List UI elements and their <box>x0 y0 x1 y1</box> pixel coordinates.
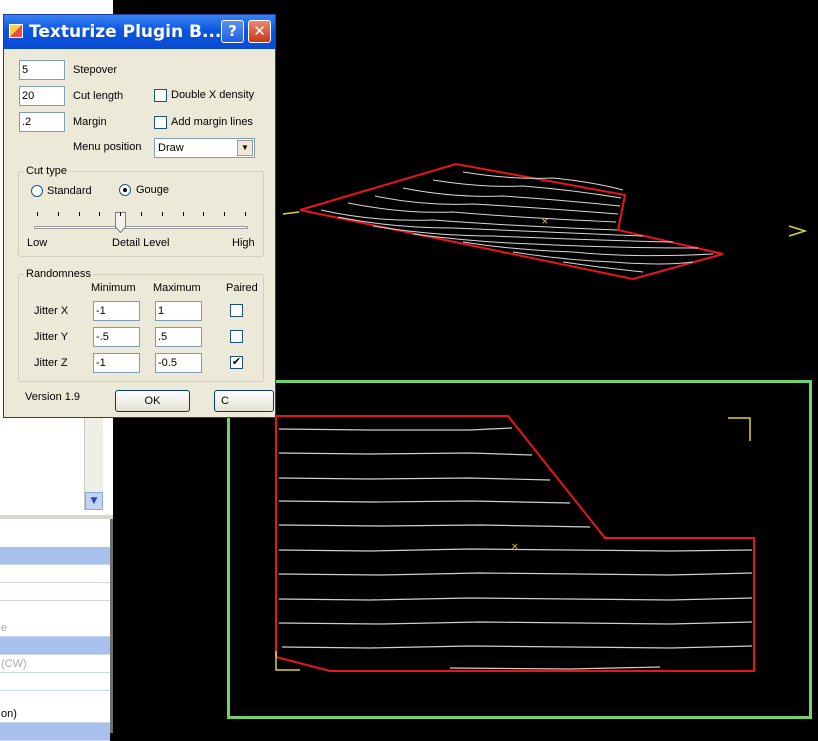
jitter-z-label: Jitter Z <box>34 357 68 369</box>
jitter-y-max-input[interactable]: .5 <box>155 327 202 347</box>
add-margin-lines-checkbox[interactable] <box>154 116 167 129</box>
ok-button[interactable]: OK <box>115 390 190 412</box>
slider-tick <box>224 212 226 216</box>
cut-length-input[interactable]: 20 <box>19 86 65 106</box>
maximum-header: Maximum <box>153 282 201 294</box>
help-button[interactable]: ? <box>221 20 244 43</box>
double-x-density-label: Double X density <box>171 89 255 101</box>
stepover-label: Stepover <box>73 64 118 76</box>
randomness-title: Randomness <box>24 267 93 281</box>
texturize-dialog: Texturize Plugin B... ? ✕ 5 Stepover 20 … <box>3 14 276 418</box>
menu-position-select[interactable]: Draw ▼ <box>154 138 255 158</box>
slider-high-label: High <box>232 237 255 249</box>
stepover-input[interactable]: 5 <box>19 60 65 80</box>
slider-tick <box>78 212 80 216</box>
slider-tick <box>203 212 205 216</box>
slider-mid-label: Detail Level <box>112 237 170 249</box>
list-item[interactable] <box>0 583 110 601</box>
app-icon <box>9 24 23 38</box>
jitter-y-min-input[interactable]: -.5 <box>93 327 140 347</box>
list-item[interactable] <box>0 673 110 691</box>
jitter-z-max-input[interactable]: -0.5 <box>155 353 202 373</box>
slider-tick <box>182 212 184 216</box>
top-viewport[interactable]: × <box>227 380 812 719</box>
paired-header: Paired <box>226 282 258 294</box>
chevron-down-icon: ▼ <box>90 496 98 506</box>
check-icon: ✔ <box>231 356 242 368</box>
slider-tick <box>57 212 59 216</box>
slider-tick <box>37 212 38 216</box>
slider-low-label: Low <box>27 237 48 249</box>
dropdown-arrow-icon[interactable]: ▼ <box>237 140 253 156</box>
list-item[interactable] <box>0 637 110 655</box>
scroll-down-button[interactable]: ▼ <box>85 492 103 510</box>
jitter-x-max-input[interactable]: 1 <box>155 301 202 321</box>
slider-tick <box>99 212 101 216</box>
add-margin-lines-label: Add margin lines <box>171 116 253 128</box>
jitter-y-label: Jitter Y <box>34 331 69 343</box>
list-item[interactable]: e <box>0 619 110 637</box>
slider-tick <box>120 212 122 216</box>
jitter-z-paired-checkbox[interactable]: ✔ <box>230 356 243 369</box>
detail-level-track[interactable] <box>34 226 248 229</box>
corner-marker-top <box>728 417 751 441</box>
jitter-x-min-input[interactable]: -1 <box>93 301 140 321</box>
standard-radio[interactable] <box>31 185 43 197</box>
jitter-y-paired-checkbox[interactable] <box>230 330 243 343</box>
center-marker: × <box>541 217 549 227</box>
cancel-button[interactable]: C <box>214 390 274 412</box>
title-bar[interactable]: Texturize Plugin B... ? ✕ <box>4 15 275 49</box>
menu-position-value: Draw <box>158 142 184 154</box>
close-icon: ✕ <box>253 22 266 40</box>
slider-tick <box>141 212 142 216</box>
margin-input[interactable]: .2 <box>19 112 65 132</box>
panel-edge <box>110 519 113 733</box>
list-item[interactable] <box>0 547 110 565</box>
standard-label: Standard <box>47 185 92 197</box>
jitter-x-paired-checkbox[interactable] <box>230 304 243 317</box>
jitter-x-label: Jitter X <box>34 305 69 317</box>
question-icon: ? <box>228 22 237 40</box>
version-label: Version 1.9 <box>25 391 81 403</box>
minimum-header: Minimum <box>91 282 136 294</box>
cut-type-title: Cut type <box>24 164 69 178</box>
center-marker: × <box>511 542 519 552</box>
axis-marker-left <box>282 211 300 215</box>
double-x-density-checkbox[interactable] <box>154 89 167 102</box>
slider-tick <box>161 212 163 216</box>
list-item[interactable] <box>0 565 110 583</box>
dialog-title: Texturize Plugin B... <box>29 22 222 42</box>
cut-length-label: Cut length <box>73 90 124 102</box>
list-item[interactable]: (CW) <box>0 655 110 673</box>
margin-label: Margin <box>73 116 107 128</box>
slider-tick <box>245 212 246 216</box>
list-item[interactable] <box>0 723 110 741</box>
jitter-z-min-input[interactable]: -1 <box>93 353 140 373</box>
close-button[interactable]: ✕ <box>248 20 271 43</box>
list-item[interactable]: on) <box>0 705 110 723</box>
menu-position-label: Menu position <box>73 141 142 153</box>
gouge-radio[interactable] <box>119 184 131 196</box>
gouge-label: Gouge <box>136 184 170 196</box>
panel-divider[interactable] <box>0 515 113 519</box>
axis-marker-right <box>788 225 808 237</box>
